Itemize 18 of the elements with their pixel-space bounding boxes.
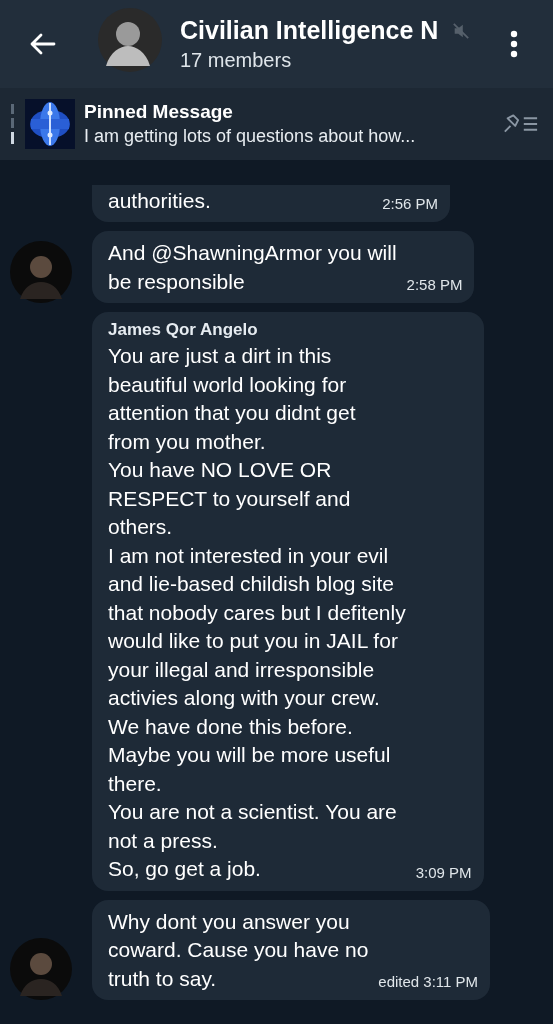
message-text: Why dont you answer you coward. Cause you have no truth to say. [108,908,369,992]
pinned-message-text: I am getting lots of questions about how... [84,126,417,147]
chat-title: Civilian Intelligence N [180,16,439,45]
pinned-bar[interactable]: Pinned Message I am getting lots of questions about how... [0,88,553,160]
pinned-label: Pinned Message [84,101,234,123]
message-text: authorities. [108,187,212,214]
more-options-icon[interactable] [510,30,518,58]
group-avatar[interactable] [98,8,162,72]
member-count: 17 members [180,49,293,72]
message-time: 3:09 PM [415,863,472,883]
back-arrow-icon[interactable] [28,32,56,56]
message-time: 2:56 PM [382,195,438,214]
sender-name: James Qor Angelo [108,320,259,340]
pin-indicator-icon [11,104,14,144]
message-time: edited 3:11 PM [378,973,479,992]
message-text: You are just a dirt in this beautiful world looking for attention that you didnt get from you mother. You have NO LOVE OR RESPECT to yourself and others. I am not interested in your evil and lie-based childish blog site that nobody cares but I defitenly would like to put you in JAIL for your illegal and irresponsible activies along with your crew. We have done this before. Maybe you will be more useful there. You are not a scientist. You are not a press. So, go get a job. [108,343,406,882]
message-time: 2:58 PM [406,276,463,295]
message-text: And @ShawningArmor you will be responsible [108,240,397,295]
